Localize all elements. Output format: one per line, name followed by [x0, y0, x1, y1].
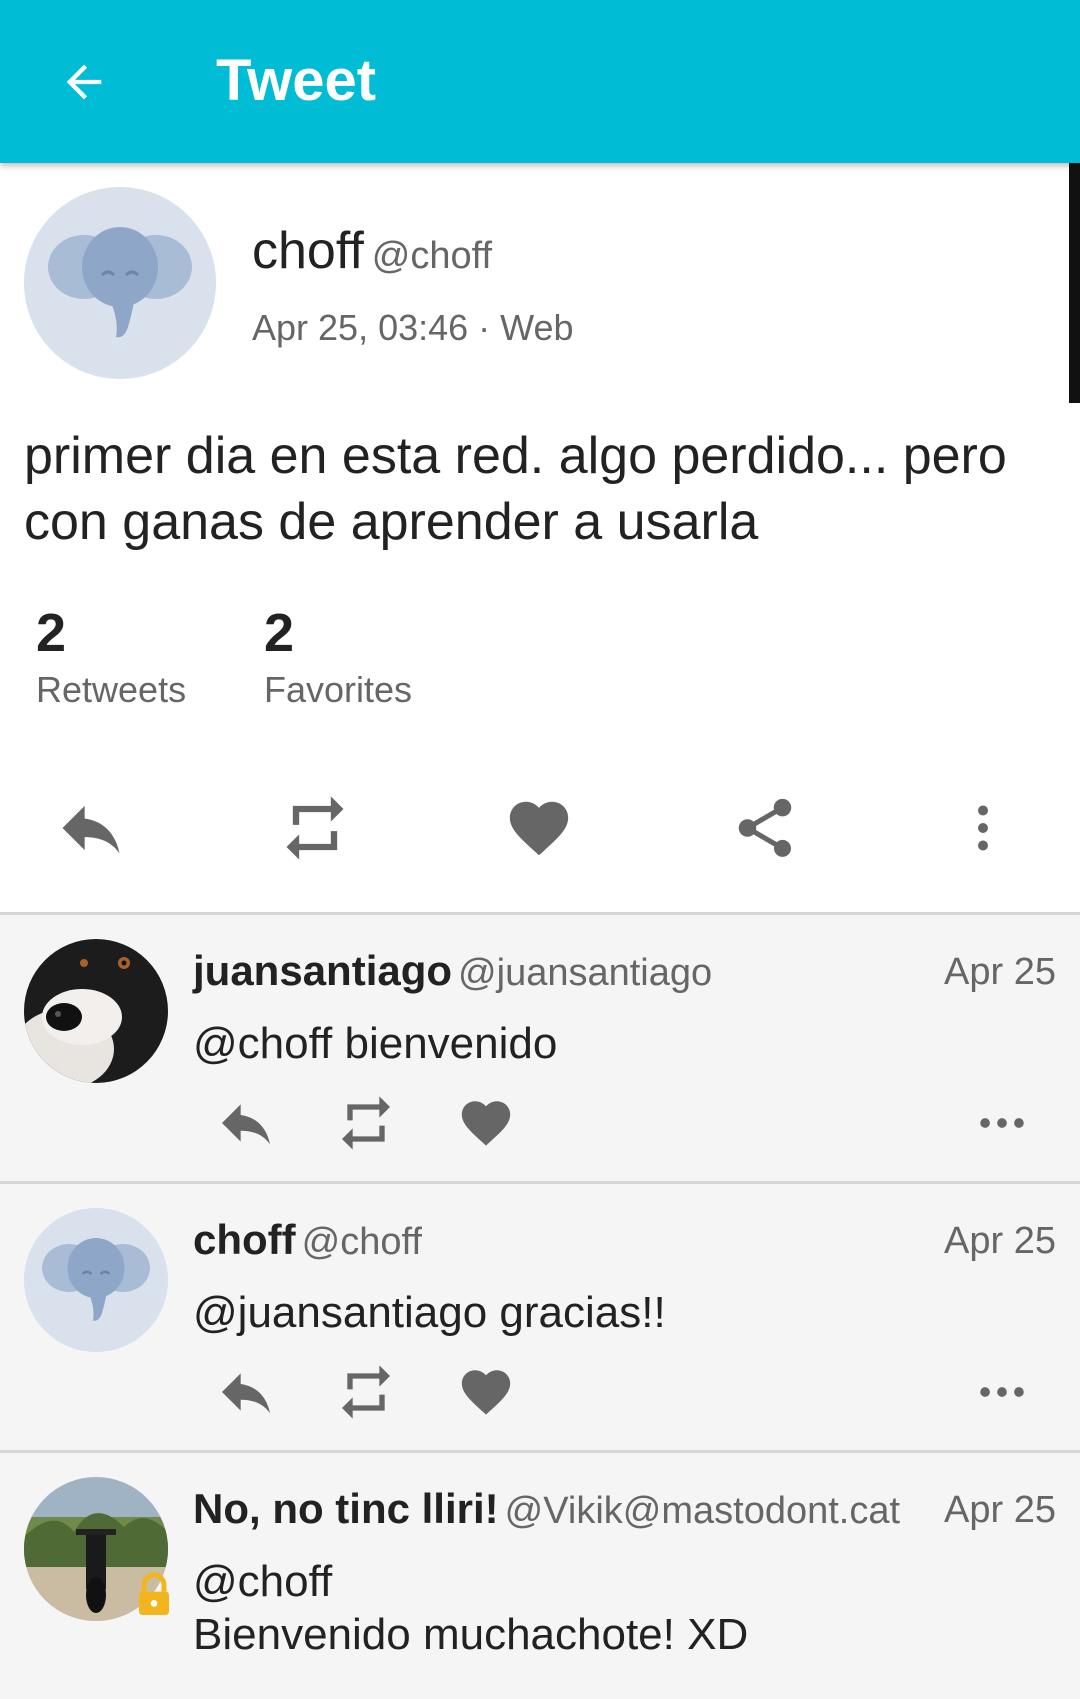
share-button[interactable]: [720, 788, 810, 868]
avatar[interactable]: [24, 1208, 168, 1352]
author-handle: @Vikik@mastodont.cat: [504, 1490, 901, 1532]
back-button[interactable]: [52, 50, 116, 114]
tweet-body: primer dia en esta red. algo perdido... …: [24, 427, 1007, 551]
share-icon: [738, 798, 792, 857]
display-name: juansantiago: [193, 947, 453, 994]
favorite-button[interactable]: [446, 1360, 526, 1424]
reply-author[interactable]: choff @choff: [193, 1216, 422, 1264]
favorite-icon: [509, 801, 569, 856]
reply-icon: [222, 1104, 270, 1145]
reply-actions: [0, 1360, 1080, 1424]
list-item[interactable]: choff @choff Apr 25 @juansantiago gracias…: [0, 1184, 1080, 1450]
more-button[interactable]: [962, 1091, 1042, 1155]
tweet-actions: [0, 788, 1080, 868]
reply-author[interactable]: No, no tinc lliri! @Vikik@mastodont.cat: [193, 1485, 900, 1533]
reply-button[interactable]: [206, 1360, 286, 1424]
reply-text-line: Bienvenido muchachote! XD: [193, 1610, 749, 1659]
boost-icon: [286, 796, 344, 860]
reply-text: @juansantiago gracias!!: [193, 1288, 666, 1337]
favorites-label: Favorites: [264, 669, 413, 710]
reply-author[interactable]: juansantiago @juansantiago: [193, 947, 712, 995]
reply-text: @choff Bienvenido muchachote! XD: [193, 1555, 1053, 1661]
main-tweet: choff @choff Apr 25, 03:46 · Web primer d…: [0, 163, 1080, 915]
reply-text-line: @choff: [193, 1557, 333, 1606]
favorite-button[interactable]: [446, 1091, 526, 1155]
reply-button[interactable]: [206, 1091, 286, 1155]
more-horiz-icon: [980, 1118, 1024, 1128]
display-name: choff: [252, 222, 364, 280]
reply-time: Apr 25: [944, 1489, 1056, 1531]
author-handle: @juansantiago: [458, 952, 713, 994]
boost-button[interactable]: [326, 1360, 406, 1424]
boost-button[interactable]: [326, 1091, 406, 1155]
retweets-label: Retweets: [36, 669, 187, 710]
tweet-meta: Apr 25, 03:46 · Web: [252, 307, 574, 348]
favorites-stat[interactable]: 2 Favorites: [264, 603, 412, 711]
favorite-icon: [461, 1370, 511, 1415]
avatar[interactable]: [24, 939, 168, 1083]
avatar[interactable]: [24, 187, 216, 379]
list-item[interactable]: No, no tinc lliri! @Vikik@mastodont.cat A…: [0, 1453, 1080, 1699]
reply-button[interactable]: [46, 788, 136, 868]
favorite-button[interactable]: [494, 788, 584, 868]
page-title: Tweet: [216, 48, 377, 113]
lock-icon: [139, 1572, 169, 1615]
elephant-avatar-icon: [48, 227, 192, 338]
more-vert-icon: [978, 805, 988, 851]
more-button[interactable]: [962, 1360, 1042, 1424]
boost-icon: [342, 1365, 390, 1419]
reply-icon: [62, 805, 120, 854]
app-bar: Tweet: [0, 0, 1080, 163]
reply-time: Apr 25: [944, 1220, 1056, 1262]
author-name[interactable]: choff @choff: [252, 221, 492, 281]
author-handle: @choff: [371, 235, 493, 277]
display-name: No, no tinc lliri!: [193, 1485, 499, 1532]
retweets-stat[interactable]: 2 Retweets: [36, 603, 186, 711]
list-item[interactable]: juansantiago @juansantiago Apr 25 @choff …: [0, 915, 1080, 1181]
dog-avatar-icon: [24, 939, 168, 1083]
reply-icon: [222, 1373, 270, 1414]
author-handle: @choff: [301, 1221, 422, 1263]
arrow-back-icon: [66, 64, 102, 100]
elephant-avatar-icon: [24, 1208, 168, 1352]
boost-icon: [342, 1096, 390, 1150]
scrollbar[interactable]: [1069, 163, 1080, 403]
reply-time: Apr 25: [944, 951, 1056, 993]
display-name: choff: [193, 1216, 296, 1263]
more-horiz-icon: [980, 1387, 1024, 1397]
favorite-icon: [461, 1101, 511, 1146]
more-button[interactable]: [938, 788, 1028, 868]
reply-actions: [0, 1091, 1080, 1155]
favorites-count: 2: [264, 603, 295, 663]
reply-text: @choff bienvenido: [193, 1019, 558, 1068]
retweets-count: 2: [36, 603, 67, 663]
boost-button[interactable]: [270, 788, 360, 868]
